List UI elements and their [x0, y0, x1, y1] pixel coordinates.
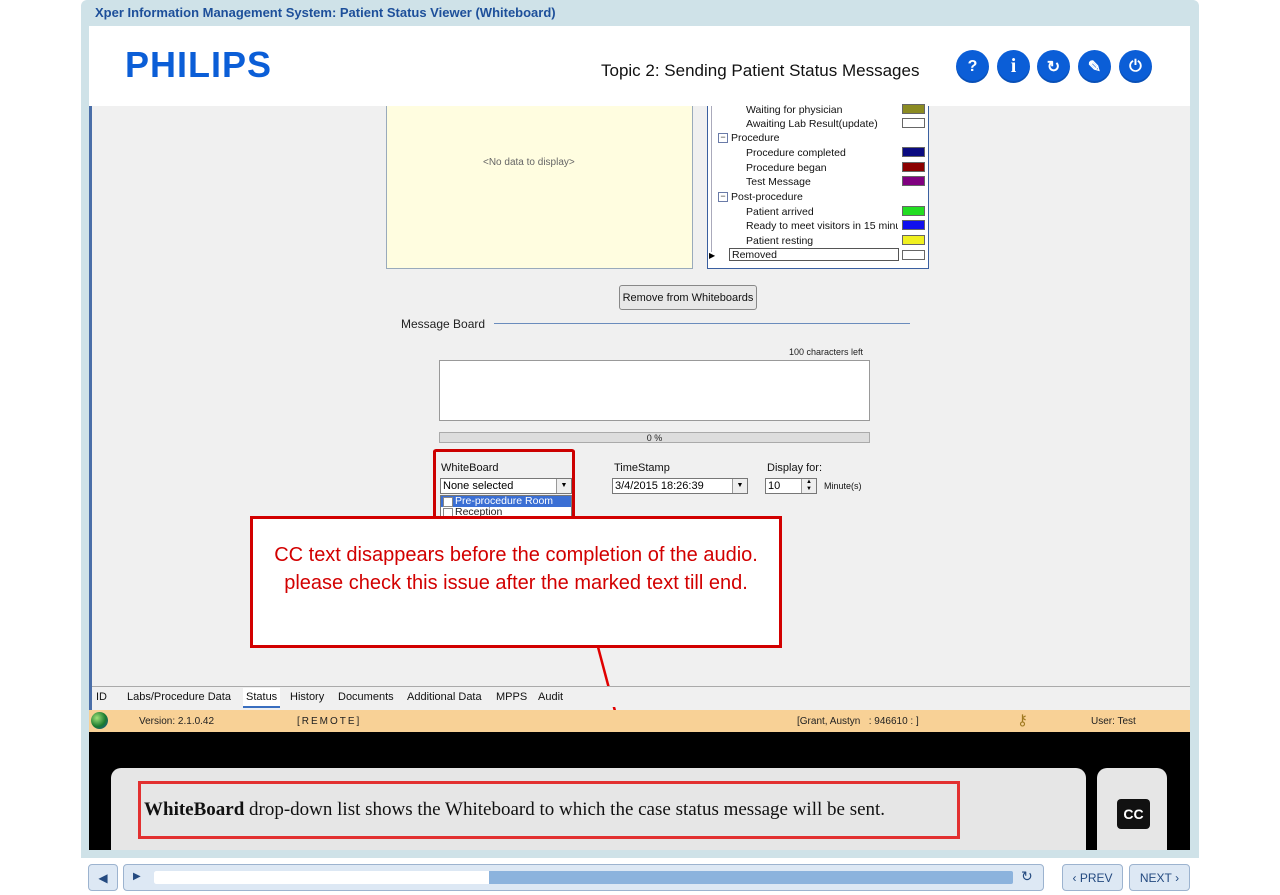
timestamp-label: TimeStamp [614, 462, 670, 474]
tab-audit[interactable]: Audit [538, 688, 563, 706]
seek-progress [154, 871, 489, 884]
tab-mpps[interactable]: MPPS [496, 688, 527, 706]
help-button[interactable]: ? [956, 50, 989, 83]
display-duration-stepper[interactable]: 10 ▲ ▼ [765, 478, 817, 494]
legend-swatch [902, 220, 925, 230]
legend-swatch [902, 147, 925, 157]
legend-swatch [902, 104, 925, 114]
tab-id[interactable]: ID [96, 688, 107, 706]
replay-icon: ↻ [1046, 58, 1061, 76]
status-panel [386, 106, 693, 269]
legend-swatch [902, 206, 925, 216]
status-bar: Version: 2.1.0.42 [REMOTE] [Grant, Austy… [89, 710, 1190, 732]
tree-line [711, 106, 712, 252]
tab-documents[interactable]: Documents [338, 688, 394, 706]
glossary-button[interactable]: ✎ [1078, 50, 1111, 83]
cc-toggle-button[interactable]: CC [1117, 799, 1150, 829]
legend-item[interactable]: Awaiting Lab Result(update) [746, 118, 878, 130]
no-data-text: <No data to display> [483, 157, 575, 168]
legend-item[interactable]: Procedure began [746, 162, 827, 174]
patient-info: [Grant, Austyn : 946610 : ] [797, 716, 919, 727]
message-board-title: Message Board [398, 317, 489, 331]
legend-item[interactable]: Procedure completed [746, 147, 846, 159]
tab-additional-data[interactable]: Additional Data [407, 688, 482, 706]
info-button[interactable]: i [997, 50, 1030, 83]
legend-swatch [902, 162, 925, 172]
tab-bar: ID Labs/Procedure Data Status History Do… [92, 686, 1190, 708]
version-text: Version: 2.1.0.42 [139, 716, 215, 727]
timestamp-value: 3/4/2015 18:26:39 [615, 480, 704, 492]
tab-status[interactable]: Status [243, 688, 281, 708]
status-legend[interactable] [707, 106, 929, 269]
legend-item[interactable]: Waiting for physician [746, 104, 842, 116]
legend-item[interactable]: Patient resting [746, 235, 813, 247]
legend-swatch [902, 250, 925, 260]
legend-swatch [902, 118, 925, 128]
caption-body: drop-down list shows the Whiteboard to w… [244, 799, 886, 820]
checkbox-icon[interactable] [443, 497, 453, 507]
display-duration-value: 10 [768, 480, 781, 492]
volume-button[interactable]: ◀ [88, 864, 118, 891]
chevron-left-icon: ‹ [1072, 870, 1077, 885]
message-board-divider [494, 323, 910, 324]
play-icon[interactable]: ▶ [133, 871, 141, 882]
review-comment-callout: CC text disappears before the completion… [250, 516, 782, 648]
topic-title: Topic 2: Sending Patient Status Messages [601, 61, 920, 80]
message-textarea[interactable] [439, 360, 870, 421]
whiteboard-options-list[interactable]: Pre-procedure Room Reception [440, 495, 572, 517]
info-icon: i [1010, 55, 1017, 77]
chevron-right-icon: › [1175, 870, 1180, 885]
characters-left: 100 characters left [789, 347, 864, 357]
whiteboard-dropdown[interactable]: None selected ▼ [440, 478, 572, 494]
remote-mode: [REMOTE] [297, 716, 362, 727]
legend-group[interactable]: Procedure [731, 132, 779, 144]
collapse-icon[interactable]: − [718, 133, 728, 143]
legend-swatch [902, 235, 925, 245]
reload-icon[interactable]: ↻ [1021, 868, 1033, 885]
replay-button[interactable]: ↻ [1037, 50, 1070, 83]
legend-item[interactable]: Test Message [746, 176, 811, 188]
philips-logo: PHILIPS [125, 44, 273, 85]
tab-history[interactable]: History [290, 688, 324, 706]
caption-term: WhiteBoard [144, 799, 245, 820]
timestamp-field[interactable]: 3/4/2015 18:26:39 ▼ [612, 478, 748, 494]
display-duration-unit: Minute(s) [824, 481, 862, 491]
message-progress-bar: 0 % [439, 432, 870, 443]
globe-icon [91, 712, 108, 729]
whiteboard-value: None selected [443, 480, 514, 492]
legend-item-selected[interactable]: Removed [729, 248, 899, 261]
caption-text: WhiteBoard drop-down list shows the Whit… [138, 781, 960, 839]
pen-icon: ✎ [1087, 58, 1102, 76]
whiteboard-label: WhiteBoard [441, 462, 499, 474]
power-icon: ⏻ [1129, 57, 1142, 75]
help-icon: ? [967, 57, 978, 75]
next-button[interactable]: NEXT › [1129, 864, 1190, 891]
collapse-icon[interactable]: − [718, 192, 728, 202]
legend-item[interactable]: Ready to meet visitors in 15 minu [746, 220, 898, 232]
legend-group[interactable]: Post-procedure [731, 191, 803, 203]
remove-from-whiteboards-button[interactable]: Remove from Whiteboards [619, 285, 757, 310]
legend-swatch [902, 176, 925, 186]
tab-labs-procedure-data[interactable]: Labs/Procedure Data [127, 688, 231, 706]
display-for-label: Display for: [767, 462, 823, 474]
user-info: User: Test [1091, 716, 1136, 727]
speaker-icon: ◀ [98, 870, 108, 885]
key-icon: ⚷ [1017, 712, 1028, 729]
prev-button[interactable]: ‹ PREV [1062, 864, 1123, 891]
chevron-down-icon[interactable]: ▼ [732, 479, 747, 493]
row-pointer-icon: ▶ [709, 251, 716, 260]
spinner-icon[interactable]: ▲ ▼ [801, 479, 816, 493]
chevron-down-icon[interactable]: ▼ [556, 479, 571, 493]
window-title: Xper Information Management System: Pati… [95, 5, 556, 20]
exit-button[interactable]: ⏻ [1119, 50, 1152, 83]
legend-item[interactable]: Patient arrived [746, 206, 814, 218]
